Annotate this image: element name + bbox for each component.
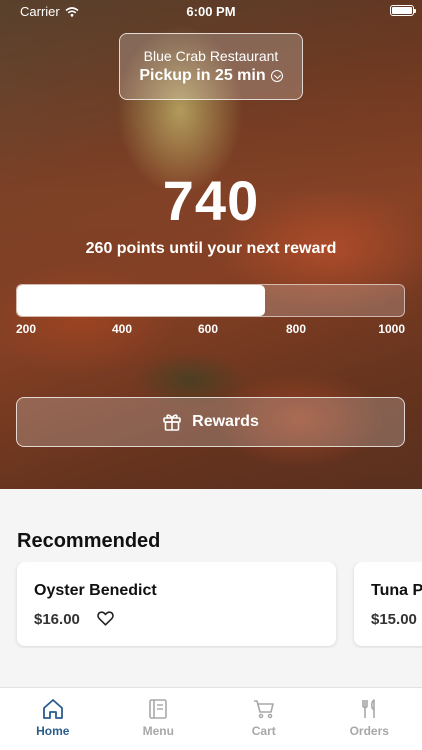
item-name: Oyster Benedict bbox=[34, 582, 157, 599]
chevron-down-circle-icon bbox=[270, 70, 283, 82]
tab-label: Orders bbox=[349, 724, 389, 738]
rewards-progress-bar bbox=[16, 284, 405, 317]
progress-scale: 200 400 600 800 1000 bbox=[16, 322, 405, 338]
tab-home[interactable]: Home bbox=[0, 688, 106, 750]
points-balance: 740 bbox=[162, 169, 260, 232]
tab-label: Cart bbox=[251, 724, 276, 738]
status-bar: Carrier 6:00 PM bbox=[0, 0, 422, 22]
scale-tick: 200 bbox=[16, 322, 37, 336]
tab-label: Menu bbox=[142, 724, 174, 738]
tab-label: Home bbox=[36, 724, 70, 738]
recommended-item-card[interactable]: Tuna P $15.00 bbox=[354, 562, 422, 646]
rewards-progress-fill bbox=[17, 285, 265, 316]
recommended-title: Recommended bbox=[17, 530, 161, 552]
pickup-time: Pickup in 25 min bbox=[139, 67, 266, 84]
cart-icon bbox=[253, 700, 274, 719]
item-price: $15.00 bbox=[371, 611, 417, 628]
points-subtitle: 260 points until your next reward bbox=[85, 240, 337, 257]
clock: 6:00 PM bbox=[186, 4, 236, 19]
tab-cart[interactable]: Cart bbox=[211, 688, 317, 750]
menu-icon bbox=[149, 699, 168, 719]
tab-bar: Home Menu Cart Orders bbox=[0, 687, 422, 750]
tab-menu[interactable]: Menu bbox=[106, 688, 212, 750]
recommended-item-card[interactable]: Oyster Benedict $16.00 bbox=[17, 562, 336, 646]
rewards-label: Rewards bbox=[192, 413, 259, 430]
item-price: $16.00 bbox=[34, 611, 80, 628]
pickup-selector[interactable]: Blue Crab Restaurant Pickup in 25 min bbox=[119, 33, 303, 100]
scale-tick: 600 bbox=[198, 322, 219, 336]
scale-tick: 800 bbox=[286, 322, 307, 336]
home-icon bbox=[42, 699, 63, 719]
recommended-carousel[interactable]: Oyster Benedict $16.00 Tuna P $15.00 bbox=[0, 562, 422, 648]
tab-orders[interactable]: Orders bbox=[317, 688, 422, 750]
scale-tick: 1000 bbox=[378, 322, 405, 336]
heart-icon[interactable] bbox=[97, 611, 114, 626]
gift-icon bbox=[163, 414, 181, 431]
rewards-button[interactable]: Rewards bbox=[16, 397, 405, 447]
restaurant-name: Blue Crab Restaurant bbox=[143, 48, 279, 64]
item-name: Tuna P bbox=[371, 582, 422, 599]
scale-tick: 400 bbox=[112, 322, 133, 336]
battery-icon bbox=[390, 5, 416, 16]
fork-knife-icon bbox=[362, 699, 376, 718]
